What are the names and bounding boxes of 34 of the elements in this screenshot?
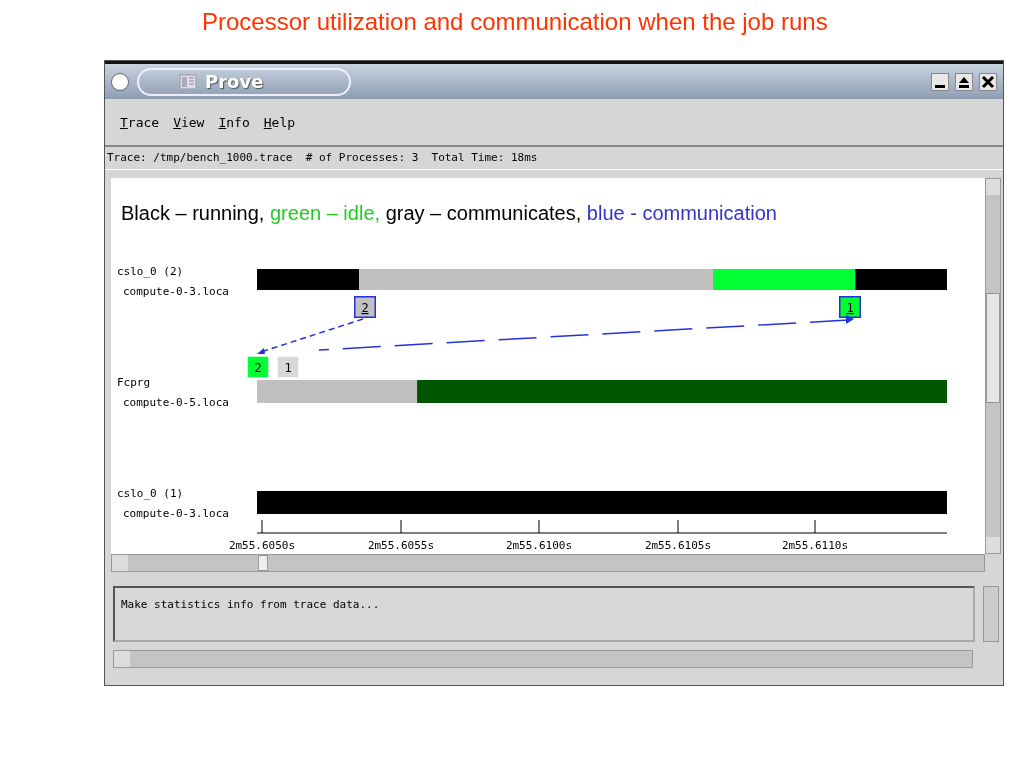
vertical-scrollbar[interactable] <box>985 178 1001 554</box>
horizontal-scrollbar[interactable] <box>113 650 973 668</box>
horizontal-scrollbar[interactable] <box>111 554 985 572</box>
minimize-icon[interactable] <box>931 72 949 91</box>
close-icon[interactable] <box>979 72 997 91</box>
host-name: compute-0-3.loca <box>123 285 229 298</box>
host-name: compute-0-3.loca <box>123 507 229 520</box>
tick-label: 2m55.6100s <box>505 539 573 552</box>
tick-label: 2m55.6110s <box>781 539 849 552</box>
log-text-area[interactable]: Make statistics info from trace data... <box>113 586 975 642</box>
message-marker: 1 <box>839 296 861 318</box>
legend-text: Black – running, green – idle, gray – communicates, blue - communication <box>121 202 777 225</box>
tick-label: 2m55.6105s <box>644 539 712 552</box>
menu-item[interactable]: Info <box>215 112 253 132</box>
tick-label: 2m55.6055s <box>367 539 435 552</box>
tick-label: 2m55.6050s <box>228 539 296 552</box>
menu-item[interactable]: View <box>170 112 208 132</box>
process-name: cslo_0 (2) <box>117 265 184 278</box>
message-marker: 1 <box>277 356 299 378</box>
menu-item[interactable]: Help <box>260 112 299 132</box>
maximize-icon[interactable] <box>955 72 973 91</box>
app-icon <box>179 73 197 90</box>
process-name: cslo_0 (1) <box>117 487 184 500</box>
host-name: compute-0-5.loca <box>123 396 229 409</box>
process-name: Fcprg <box>117 376 151 389</box>
window-menu-icon[interactable] <box>111 72 129 91</box>
message-marker: 2 <box>354 296 376 318</box>
menu-item[interactable]: Trace <box>117 112 163 132</box>
message-marker: 2 <box>247 356 269 378</box>
log-scrollbar[interactable] <box>983 586 999 642</box>
trace-info: Trace: /tmp/bench_1000.trace # of Processes: 3 Total Time: 18ms <box>105 147 1003 170</box>
slide-title: Processor utilization and communication when the job runs <box>201 7 829 37</box>
log-message: Make statistics info from trace data... <box>120 597 381 613</box>
window-title: Prove <box>205 71 264 92</box>
